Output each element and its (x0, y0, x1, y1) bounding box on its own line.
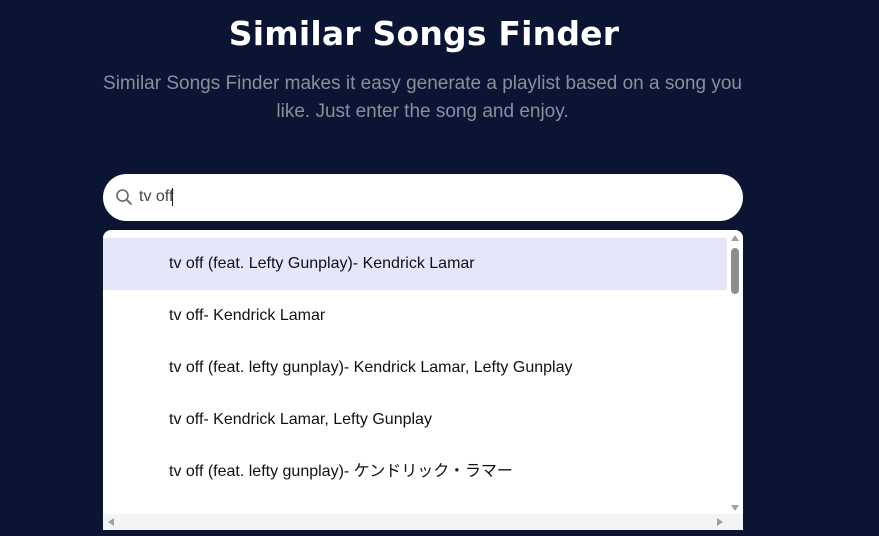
page-title: Similar Songs Finder (228, 14, 620, 53)
search-icon (115, 188, 133, 206)
suggestion-item[interactable]: tv off (feat. lefty gunplay)- Kendrick L… (103, 342, 727, 394)
scroll-up-arrow-icon[interactable] (731, 235, 739, 241)
text-caret (172, 188, 173, 206)
suggestion-item[interactable]: tv off (feat. Lefty Gunplay)- Kendrick L… (103, 238, 727, 290)
scrollbar-thumb[interactable] (731, 248, 739, 294)
search-box[interactable] (103, 174, 743, 221)
vertical-scrollbar[interactable] (727, 230, 743, 514)
suggestions-list: tv off (feat. Lefty Gunplay)- Kendrick L… (103, 238, 727, 498)
horizontal-scrollbar[interactable] (103, 514, 743, 530)
suggestion-item[interactable]: tv off- Kendrick Lamar (103, 290, 727, 342)
scroll-down-arrow-icon[interactable] (731, 505, 739, 511)
scroll-right-arrow-icon[interactable] (717, 518, 723, 526)
suggestion-item[interactable]: tv off- Kendrick Lamar, Lefty Gunplay (103, 394, 727, 446)
suggestion-item[interactable]: tv off (feat. lefty gunplay)- ケンドリック・ラマー (103, 446, 727, 498)
search-input[interactable] (139, 182, 719, 212)
suggestions-dropdown[interactable]: tv off (feat. Lefty Gunplay)- Kendrick L… (103, 230, 743, 530)
page-subtitle: Similar Songs Finder makes it easy gener… (103, 73, 742, 122)
scroll-left-arrow-icon[interactable] (108, 518, 114, 526)
